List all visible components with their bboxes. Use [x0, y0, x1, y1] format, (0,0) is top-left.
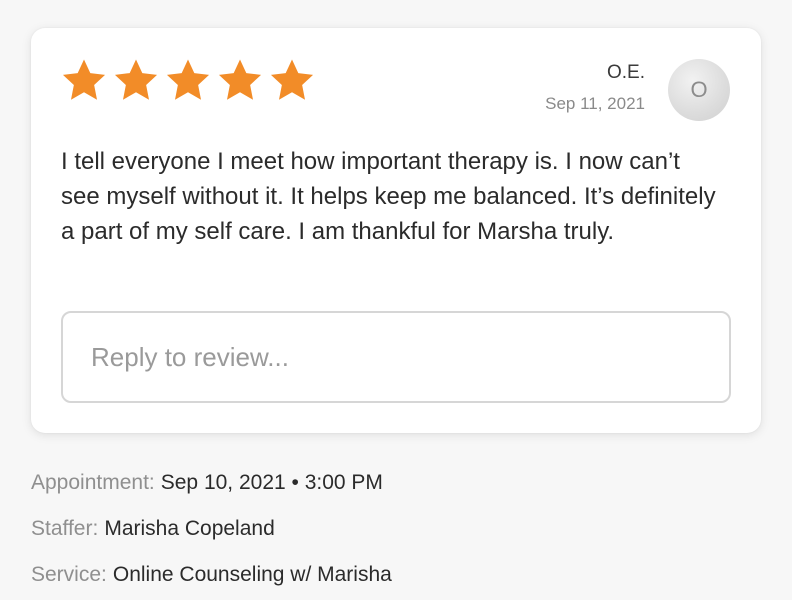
- author-name: O.E.: [606, 62, 645, 83]
- service-label: Service:: [31, 563, 107, 586]
- staffer-row: Staffer: Marisha Copeland: [31, 516, 275, 542]
- appointment-label: Appointment:: [31, 471, 155, 494]
- reply-input[interactable]: [61, 311, 731, 403]
- avatar: O: [668, 59, 730, 121]
- service-value: Online Counseling w/ Marisha: [112, 563, 392, 586]
- star-icon: [165, 58, 211, 102]
- service-row: Service: Online Counseling w/ Marisha: [31, 562, 392, 588]
- appointment-value: Sep 10, 2021 • 3:00 PM: [160, 471, 383, 494]
- star-icon: [269, 58, 315, 102]
- review-card: O.E. Sep 11, 2021 O I tell everyone I me…: [31, 28, 761, 433]
- star-icon: [217, 58, 263, 102]
- star-icon: [61, 58, 107, 102]
- staffer-label: Staffer:: [31, 517, 99, 540]
- review-text: I tell everyone I meet how important the…: [61, 148, 716, 245]
- review-author-block: O.E. Sep 11, 2021: [545, 62, 645, 114]
- star-rating: [61, 58, 315, 102]
- appointment-row: Appointment: Sep 10, 2021 • 3:00 PM: [31, 470, 383, 496]
- staffer-value: Marisha Copeland: [104, 517, 275, 540]
- review-date: Sep 11, 2021: [545, 94, 645, 113]
- star-icon: [113, 58, 159, 102]
